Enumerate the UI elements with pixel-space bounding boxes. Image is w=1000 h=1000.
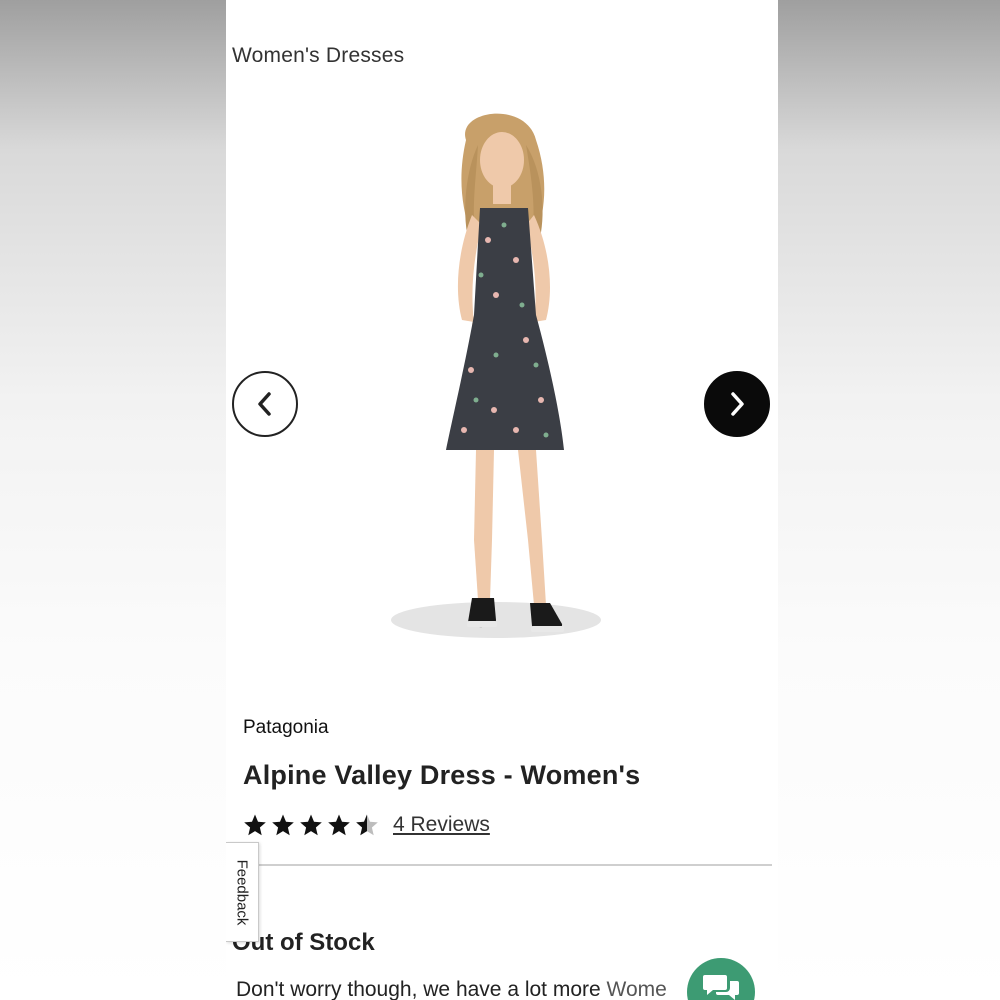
chevron-left-icon xyxy=(258,392,271,416)
stock-message-text: Don't worry though, we have a lot more xyxy=(236,978,607,1000)
product-rating: 4 Reviews xyxy=(243,810,490,840)
carousel-prev-button[interactable] xyxy=(232,371,298,437)
star-full-icon xyxy=(243,813,267,837)
product-image xyxy=(391,113,601,638)
breadcrumb[interactable]: Women's Dresses xyxy=(232,44,404,68)
feedback-tab[interactable]: Feedback xyxy=(226,842,259,942)
chat-bubbles-icon xyxy=(703,975,739,1000)
stock-status-message: Don't worry though, we have a lot more W… xyxy=(236,978,667,1000)
background-right xyxy=(778,0,1000,1000)
background-left xyxy=(0,0,226,1000)
product-title: Alpine Valley Dress - Women's xyxy=(243,760,641,790)
star-full-icon xyxy=(327,813,351,837)
rating-stars xyxy=(243,813,379,837)
reviews-link[interactable]: 4 Reviews xyxy=(393,813,490,837)
star-full-icon xyxy=(299,813,323,837)
chevron-right-icon xyxy=(731,392,744,416)
feedback-label: Feedback xyxy=(233,859,251,925)
carousel-next-button[interactable] xyxy=(704,371,770,437)
stock-message-link[interactable]: Wome xyxy=(607,978,667,1000)
star-full-icon xyxy=(271,813,295,837)
product-brand[interactable]: Patagonia xyxy=(243,717,329,739)
product-page: Women's Dresses Patagonia Alpine Valley … xyxy=(226,0,778,1000)
star-half-icon xyxy=(355,813,379,837)
divider xyxy=(236,864,772,866)
chat-button[interactable] xyxy=(687,958,755,1000)
